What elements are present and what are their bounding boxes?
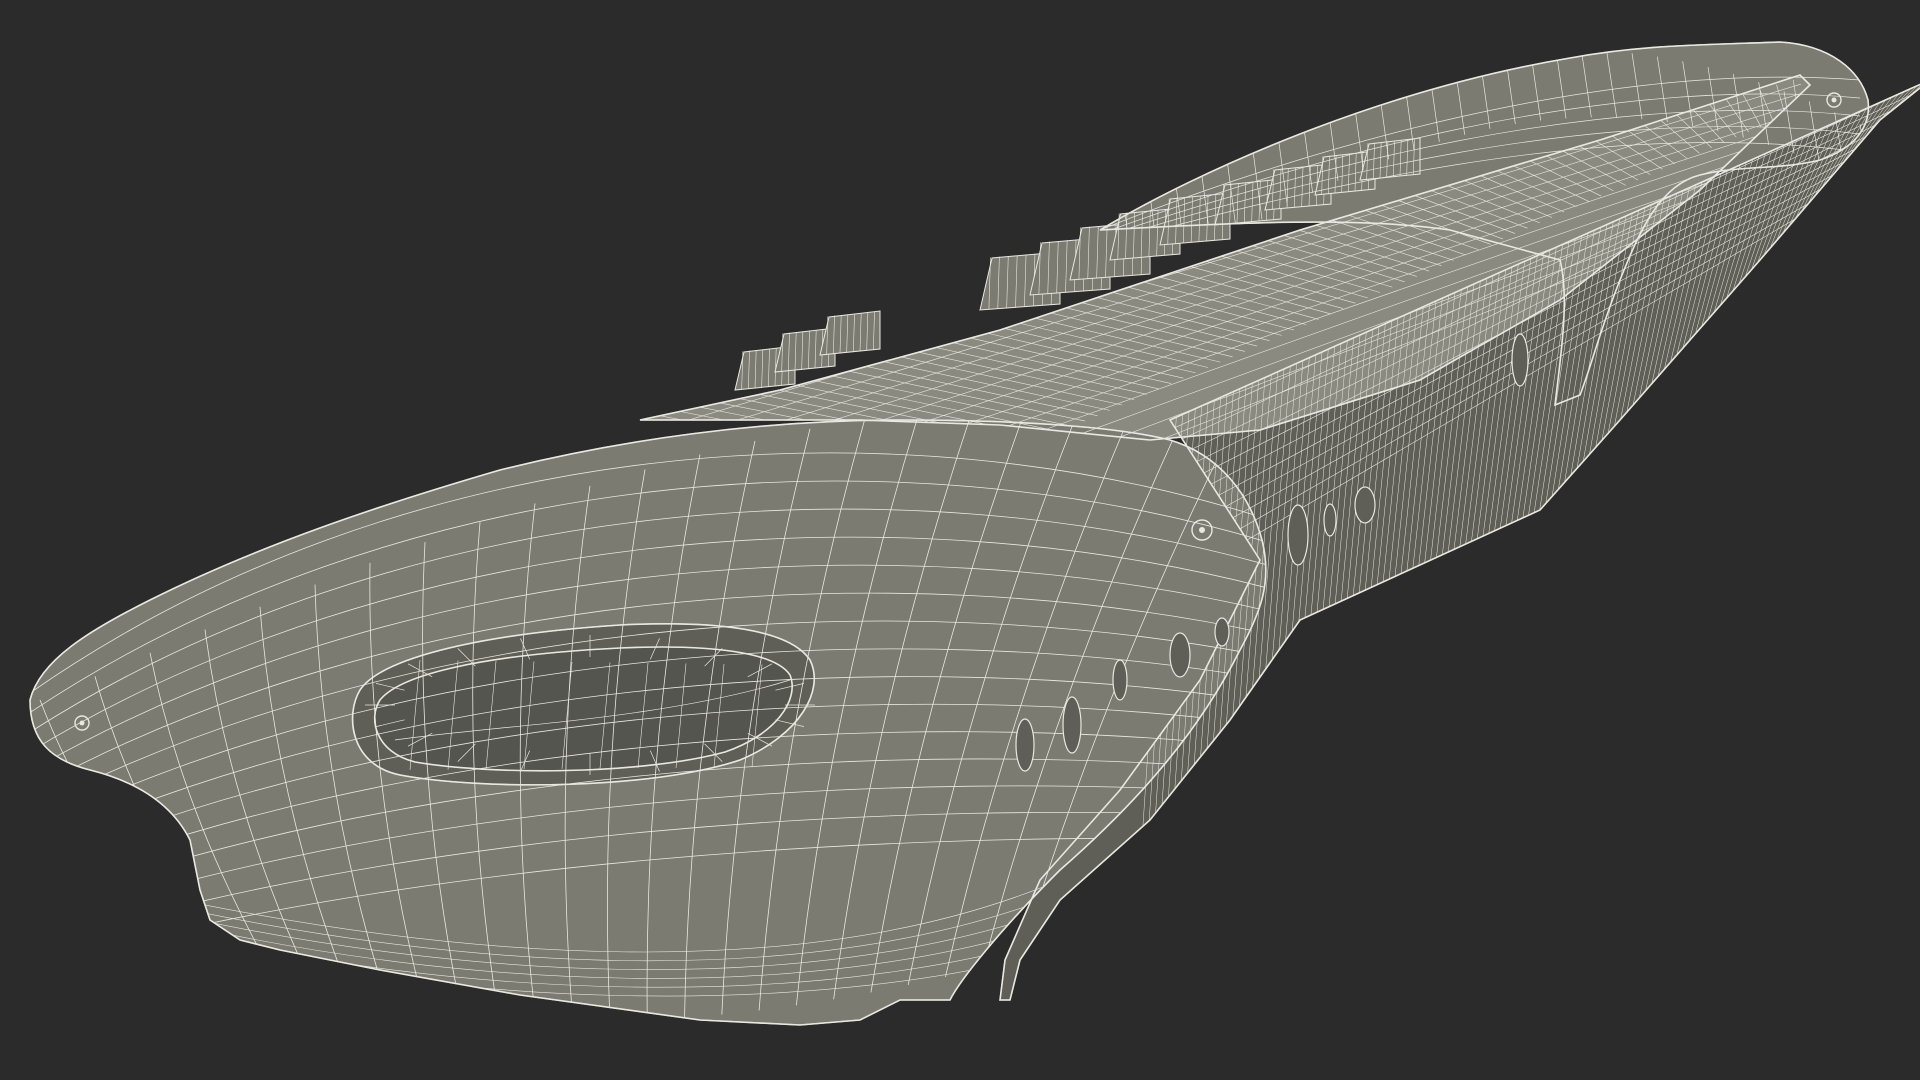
side-port [1214,617,1230,647]
side-port [1354,486,1376,524]
side-port [1062,696,1082,754]
3d-viewport[interactable] [0,0,1920,1080]
side-port [1287,504,1309,566]
wireframe-model-render [0,0,1920,1080]
side-port [1511,333,1529,387]
side-port [1112,659,1128,701]
side-port [1015,718,1035,772]
deck-knob [819,310,881,356]
side-port [1323,503,1337,537]
side-port [1169,632,1191,678]
